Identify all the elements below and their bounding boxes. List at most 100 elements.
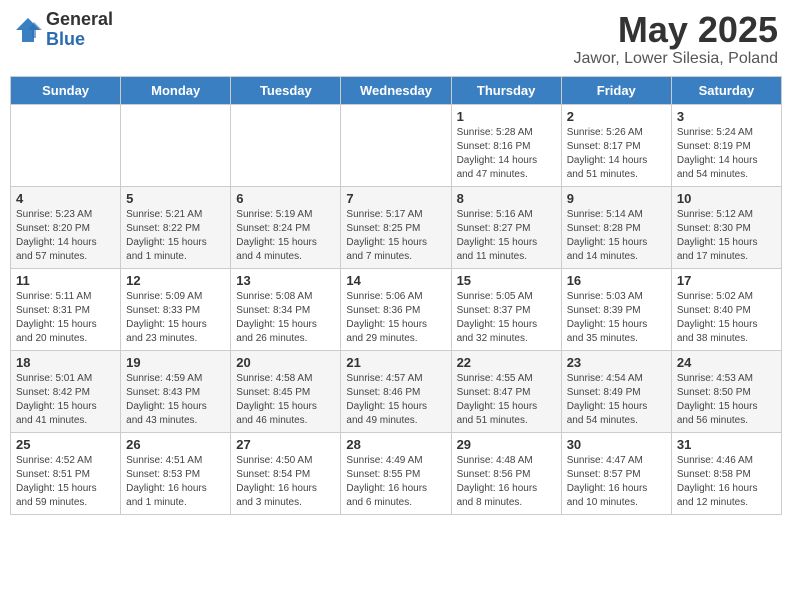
- day-number: 5: [126, 191, 225, 206]
- calendar-header: SundayMondayTuesdayWednesdayThursdayFrid…: [11, 76, 782, 104]
- calendar-day: 12Sunrise: 5:09 AM Sunset: 8:33 PM Dayli…: [121, 268, 231, 350]
- day-info: Sunrise: 5:14 AM Sunset: 8:28 PM Dayligh…: [567, 208, 666, 264]
- day-number: 17: [677, 273, 776, 288]
- day-number: 12: [126, 273, 225, 288]
- calendar-day: 21 Sunrise: 4:57 AM Sunset: 8:46 PM Dayli…: [341, 350, 451, 432]
- calendar-day: [121, 104, 231, 186]
- weekday-header: Monday: [121, 76, 231, 104]
- day-info: Sunrise: 5:26 AM Sunset: 8:17 PM Dayligh…: [567, 126, 666, 182]
- calendar-day: 25 Sunrise: 4:52 AM Sunset: 8:51 PM Dayli…: [11, 432, 121, 514]
- day-number: 29: [457, 437, 556, 452]
- day-number: 21: [346, 355, 445, 370]
- calendar-day: 19Sunrise: 4:59 AM Sunset: 8:43 PM Dayli…: [121, 350, 231, 432]
- day-info: Sunrise: 5:24 AM Sunset: 8:19 PM Dayligh…: [677, 126, 776, 182]
- calendar-day: [11, 104, 121, 186]
- day-number: 6: [236, 191, 335, 206]
- day-number: 18: [16, 355, 115, 370]
- day-info: Sunrise: 4:49 AM Sunset: 8:55 PM Dayligh…: [346, 454, 445, 510]
- day-info: Sunrise: 5:01 AM Sunset: 8:42 PM Dayligh…: [16, 372, 115, 428]
- day-number: 15: [457, 273, 556, 288]
- calendar-day: 16Sunrise: 5:03 AM Sunset: 8:39 PM Dayli…: [561, 268, 671, 350]
- day-number: 19: [126, 355, 225, 370]
- day-number: 13: [236, 273, 335, 288]
- day-number: 31: [677, 437, 776, 452]
- calendar-day: 24 Sunrise: 4:53 AM Sunset: 8:50 PM Dayli…: [671, 350, 781, 432]
- weekday-header: Sunday: [11, 76, 121, 104]
- day-info: Sunrise: 5:17 AM Sunset: 8:25 PM Dayligh…: [346, 208, 445, 264]
- calendar-day: 17Sunrise: 5:02 AM Sunset: 8:40 PM Dayli…: [671, 268, 781, 350]
- day-info: Sunrise: 5:16 AM Sunset: 8:27 PM Dayligh…: [457, 208, 556, 264]
- calendar-day: 15 Sunrise: 5:05 AM Sunset: 8:37 PM Dayli…: [451, 268, 561, 350]
- day-number: 3: [677, 109, 776, 124]
- calendar-day: 29Sunrise: 4:48 AM Sunset: 8:56 PM Dayli…: [451, 432, 561, 514]
- calendar-day: 9 Sunrise: 5:14 AM Sunset: 8:28 PM Daylig…: [561, 186, 671, 268]
- day-number: 4: [16, 191, 115, 206]
- day-info: Sunrise: 5:23 AM Sunset: 8:20 PM Dayligh…: [16, 208, 115, 264]
- header-row: SundayMondayTuesdayWednesdayThursdayFrid…: [11, 76, 782, 104]
- weekday-header: Thursday: [451, 76, 561, 104]
- logo-text: General Blue: [46, 10, 113, 50]
- day-info: Sunrise: 4:52 AM Sunset: 8:51 PM Dayligh…: [16, 454, 115, 510]
- day-number: 20: [236, 355, 335, 370]
- logo-general: General: [46, 10, 113, 30]
- logo-blue: Blue: [46, 30, 113, 50]
- calendar-day: 5Sunrise: 5:21 AM Sunset: 8:22 PM Daylig…: [121, 186, 231, 268]
- day-info: Sunrise: 4:51 AM Sunset: 8:53 PM Dayligh…: [126, 454, 225, 510]
- calendar-day: 26 Sunrise: 4:51 AM Sunset: 8:53 PM Dayli…: [121, 432, 231, 514]
- day-info: Sunrise: 5:08 AM Sunset: 8:34 PM Dayligh…: [236, 290, 335, 346]
- calendar-day: 31 Sunrise: 4:46 AM Sunset: 8:58 PM Dayli…: [671, 432, 781, 514]
- day-number: 8: [457, 191, 556, 206]
- day-info: Sunrise: 5:06 AM Sunset: 8:36 PM Dayligh…: [346, 290, 445, 346]
- day-info: Sunrise: 4:54 AM Sunset: 8:49 PM Dayligh…: [567, 372, 666, 428]
- day-number: 14: [346, 273, 445, 288]
- day-number: 9: [567, 191, 666, 206]
- day-info: Sunrise: 5:05 AM Sunset: 8:37 PM Dayligh…: [457, 290, 556, 346]
- calendar-subtitle: Jawor, Lower Silesia, Poland: [573, 50, 778, 68]
- calendar-day: 4 Sunrise: 5:23 AM Sunset: 8:20 PM Daylig…: [11, 186, 121, 268]
- day-info: Sunrise: 4:55 AM Sunset: 8:47 PM Dayligh…: [457, 372, 556, 428]
- weekday-header: Tuesday: [231, 76, 341, 104]
- calendar-day: 20 Sunrise: 4:58 AM Sunset: 8:45 PM Dayli…: [231, 350, 341, 432]
- calendar-day: 3 Sunrise: 5:24 AM Sunset: 8:19 PM Daylig…: [671, 104, 781, 186]
- calendar-week: 4 Sunrise: 5:23 AM Sunset: 8:20 PM Daylig…: [11, 186, 782, 268]
- day-info: Sunrise: 4:46 AM Sunset: 8:58 PM Dayligh…: [677, 454, 776, 510]
- calendar-day: 11 Sunrise: 5:11 AM Sunset: 8:31 PM Dayli…: [11, 268, 121, 350]
- weekday-header: Wednesday: [341, 76, 451, 104]
- day-number: 16: [567, 273, 666, 288]
- day-info: Sunrise: 4:57 AM Sunset: 8:46 PM Dayligh…: [346, 372, 445, 428]
- weekday-header: Friday: [561, 76, 671, 104]
- day-number: 22: [457, 355, 556, 370]
- weekday-header: Saturday: [671, 76, 781, 104]
- day-info: Sunrise: 5:19 AM Sunset: 8:24 PM Dayligh…: [236, 208, 335, 264]
- day-number: 28: [346, 437, 445, 452]
- day-info: Sunrise: 4:58 AM Sunset: 8:45 PM Dayligh…: [236, 372, 335, 428]
- day-number: 27: [236, 437, 335, 452]
- day-number: 2: [567, 109, 666, 124]
- day-info: Sunrise: 5:11 AM Sunset: 8:31 PM Dayligh…: [16, 290, 115, 346]
- day-info: Sunrise: 5:28 AM Sunset: 8:16 PM Dayligh…: [457, 126, 556, 182]
- day-number: 7: [346, 191, 445, 206]
- calendar-day: [231, 104, 341, 186]
- day-number: 25: [16, 437, 115, 452]
- day-number: 1: [457, 109, 556, 124]
- calendar-day: 10Sunrise: 5:12 AM Sunset: 8:30 PM Dayli…: [671, 186, 781, 268]
- logo-icon: [14, 16, 42, 44]
- page-header: General Blue May 2025 Jawor, Lower Siles…: [10, 10, 782, 68]
- day-info: Sunrise: 4:53 AM Sunset: 8:50 PM Dayligh…: [677, 372, 776, 428]
- calendar-week: 18 Sunrise: 5:01 AM Sunset: 8:42 PM Dayli…: [11, 350, 782, 432]
- calendar-day: 2 Sunrise: 5:26 AM Sunset: 8:17 PM Daylig…: [561, 104, 671, 186]
- day-number: 11: [16, 273, 115, 288]
- logo: General Blue: [14, 10, 113, 50]
- day-info: Sunrise: 4:50 AM Sunset: 8:54 PM Dayligh…: [236, 454, 335, 510]
- title-block: May 2025 Jawor, Lower Silesia, Poland: [573, 10, 778, 68]
- calendar-week: 11 Sunrise: 5:11 AM Sunset: 8:31 PM Dayli…: [11, 268, 782, 350]
- day-info: Sunrise: 5:12 AM Sunset: 8:30 PM Dayligh…: [677, 208, 776, 264]
- calendar-day: 30Sunrise: 4:47 AM Sunset: 8:57 PM Dayli…: [561, 432, 671, 514]
- calendar-day: 6 Sunrise: 5:19 AM Sunset: 8:24 PM Daylig…: [231, 186, 341, 268]
- calendar-day: 13 Sunrise: 5:08 AM Sunset: 8:34 PM Dayli…: [231, 268, 341, 350]
- calendar-body: 1 Sunrise: 5:28 AM Sunset: 8:16 PM Daylig…: [11, 104, 782, 514]
- calendar-day: 27 Sunrise: 4:50 AM Sunset: 8:54 PM Dayli…: [231, 432, 341, 514]
- calendar-table: SundayMondayTuesdayWednesdayThursdayFrid…: [10, 76, 782, 515]
- day-number: 24: [677, 355, 776, 370]
- day-number: 26: [126, 437, 225, 452]
